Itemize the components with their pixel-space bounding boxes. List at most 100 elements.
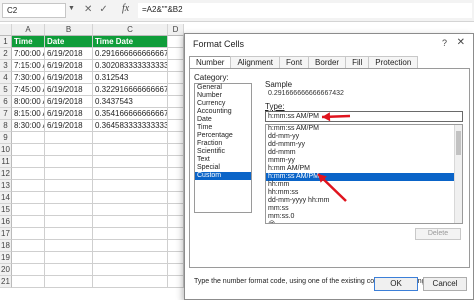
table-cell[interactable]: [12, 156, 45, 168]
format-code-list[interactable]: h:mm:ss AM/PM dd-mm-yy dd-mmm-yy dd-mmm mmm-…: [265, 124, 463, 224]
table-cell[interactable]: [168, 60, 184, 72]
category-item[interactable]: Custom: [195, 172, 251, 180]
row-header[interactable]: 8: [0, 120, 12, 132]
column-header[interactable]: D: [168, 24, 184, 36]
chevron-down-icon[interactable]: ▼: [68, 5, 75, 12]
table-cell[interactable]: [93, 192, 168, 204]
row-header[interactable]: 18: [0, 240, 12, 252]
table-cell[interactable]: 0.291666666666667432: [93, 48, 168, 60]
row-header[interactable]: 2: [0, 48, 12, 60]
table-cell[interactable]: [12, 228, 45, 240]
table-cell[interactable]: [168, 240, 184, 252]
category-item[interactable]: Number: [195, 92, 251, 100]
row-header[interactable]: 7: [0, 108, 12, 120]
category-item[interactable]: Percentage: [195, 132, 251, 140]
table-cell[interactable]: [168, 132, 184, 144]
select-all-corner[interactable]: [0, 24, 12, 36]
row-header[interactable]: 10: [0, 144, 12, 156]
table-cell[interactable]: [168, 204, 184, 216]
row-header[interactable]: 6: [0, 96, 12, 108]
table-cell[interactable]: [45, 132, 93, 144]
table-cell[interactable]: [93, 240, 168, 252]
format-code-item[interactable]: hh:mm:ss: [266, 189, 462, 197]
table-cell[interactable]: [93, 216, 168, 228]
table-cell[interactable]: 8:15:00 AM: [12, 108, 45, 120]
table-cell[interactable]: 0.354166666666667432: [93, 108, 168, 120]
category-item[interactable]: Currency: [195, 100, 251, 108]
table-cell[interactable]: [93, 156, 168, 168]
table-cell[interactable]: 8:00:00 AM: [12, 96, 45, 108]
table-cell[interactable]: [168, 156, 184, 168]
table-cell[interactable]: [12, 180, 45, 192]
table-cell[interactable]: [93, 180, 168, 192]
category-item[interactable]: General: [195, 84, 251, 92]
table-cell[interactable]: [12, 144, 45, 156]
table-cell[interactable]: [168, 120, 184, 132]
table-cell[interactable]: [45, 156, 93, 168]
table-cell[interactable]: Date: [45, 36, 93, 48]
table-cell[interactable]: [93, 168, 168, 180]
table-cell[interactable]: [168, 192, 184, 204]
format-code-item[interactable]: @: [266, 221, 462, 223]
table-cell[interactable]: Time Date: [93, 36, 168, 48]
table-cell[interactable]: Time: [12, 36, 45, 48]
row-header[interactable]: 19: [0, 252, 12, 264]
column-header[interactable]: A: [12, 24, 45, 36]
category-item[interactable]: Date: [195, 116, 251, 124]
table-cell[interactable]: [12, 276, 45, 288]
row-header[interactable]: 4: [0, 72, 12, 84]
format-code-item[interactable]: dd-mm-yy: [266, 133, 462, 141]
ok-button[interactable]: OK: [374, 277, 418, 291]
type-input[interactable]: h:mm:ss AM/PM: [265, 111, 463, 122]
table-cell[interactable]: [12, 240, 45, 252]
category-list[interactable]: General Number Currency Accounting Date Time P…: [194, 83, 252, 213]
table-cell[interactable]: 7:30:00 AM: [12, 72, 45, 84]
row-header[interactable]: 12: [0, 168, 12, 180]
format-code-item[interactable]: mm:ss: [266, 205, 462, 213]
category-item[interactable]: Fraction: [195, 140, 251, 148]
category-item[interactable]: Accounting: [195, 108, 251, 116]
insert-function-icon[interactable]: fx: [122, 3, 129, 14]
table-cell[interactable]: [168, 48, 184, 60]
row-header[interactable]: 15: [0, 204, 12, 216]
delete-button[interactable]: Delete: [415, 228, 461, 240]
row-header[interactable]: 20: [0, 264, 12, 276]
table-cell[interactable]: [168, 96, 184, 108]
table-cell[interactable]: 0.312543: [93, 72, 168, 84]
table-cell[interactable]: [168, 216, 184, 228]
table-cell[interactable]: [168, 84, 184, 96]
table-cell[interactable]: [45, 180, 93, 192]
table-cell[interactable]: [168, 252, 184, 264]
table-cell[interactable]: 0.322916666666667432: [93, 84, 168, 96]
cancel-button[interactable]: Cancel: [423, 277, 467, 291]
table-cell[interactable]: [45, 240, 93, 252]
format-code-item[interactable]: mm:ss.0: [266, 213, 462, 221]
table-cell[interactable]: [93, 144, 168, 156]
table-cell[interactable]: [12, 252, 45, 264]
table-cell[interactable]: 7:15:00 AM: [12, 60, 45, 72]
table-cell[interactable]: [168, 72, 184, 84]
table-cell[interactable]: [45, 144, 93, 156]
format-code-item[interactable]: h:mm:ss AM/PM: [266, 173, 462, 181]
table-cell[interactable]: [12, 192, 45, 204]
table-cell[interactable]: [12, 132, 45, 144]
table-cell[interactable]: 6/19/2018: [45, 84, 93, 96]
row-header[interactable]: 14: [0, 192, 12, 204]
table-cell[interactable]: [45, 192, 93, 204]
row-header[interactable]: 17: [0, 228, 12, 240]
format-code-item[interactable]: hh:mm: [266, 181, 462, 189]
table-cell[interactable]: [168, 144, 184, 156]
table-cell[interactable]: 6/19/2018: [45, 96, 93, 108]
table-cell[interactable]: [93, 276, 168, 288]
category-item[interactable]: Text: [195, 156, 251, 164]
table-cell[interactable]: [168, 108, 184, 120]
table-cell[interactable]: 6/19/2018: [45, 60, 93, 72]
cancel-icon[interactable]: ✕: [84, 4, 99, 15]
row-header[interactable]: 5: [0, 84, 12, 96]
name-box[interactable]: C2: [2, 3, 66, 18]
table-cell[interactable]: [93, 264, 168, 276]
table-cell[interactable]: 7:00:00 AM: [12, 48, 45, 60]
table-cell[interactable]: [93, 204, 168, 216]
scrollbar-thumb[interactable]: [456, 131, 461, 155]
column-header[interactable]: C: [93, 24, 168, 36]
